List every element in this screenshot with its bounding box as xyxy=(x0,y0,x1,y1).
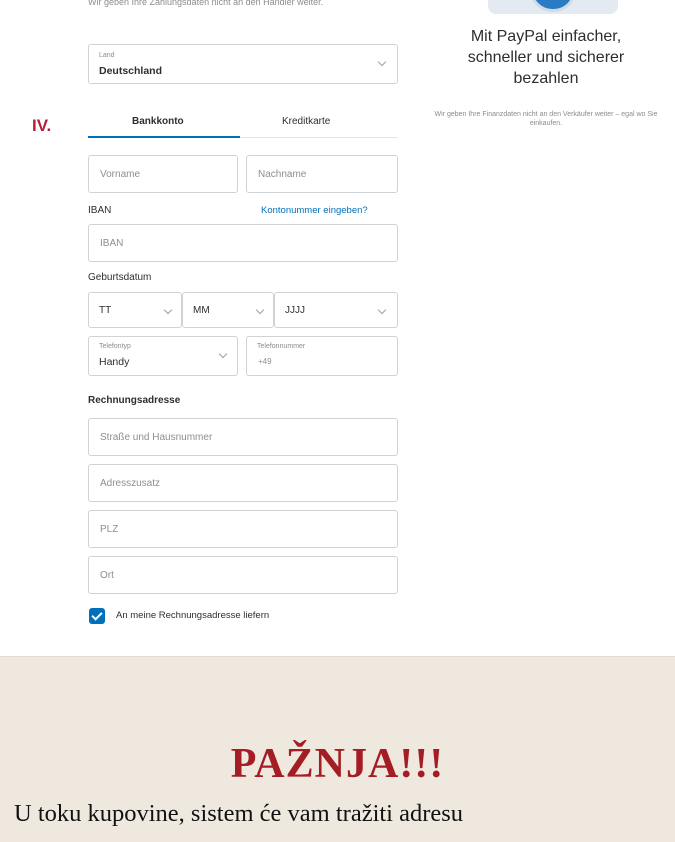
account-number-link[interactable]: Kontonummer eingeben? xyxy=(261,205,368,216)
tab-divider xyxy=(240,137,398,138)
zip-input[interactable]: PLZ xyxy=(88,510,398,548)
tab-credit-card[interactable]: Kreditkarte xyxy=(282,116,330,127)
birth-day-value: TT xyxy=(99,305,112,316)
last-name-input[interactable]: Nachname xyxy=(246,155,398,193)
tab-bank-account[interactable]: Bankkonto xyxy=(132,116,184,127)
warning-title: PAŽNJA!!! xyxy=(230,741,445,787)
phone-type-label: Telefontyp xyxy=(99,343,131,350)
chevron-down-icon xyxy=(377,57,387,67)
promo-title-line3: bezahlen xyxy=(513,70,579,87)
country-value: Deutschland xyxy=(99,65,163,77)
promo-title-line1: Mit PayPal einfacher, xyxy=(470,28,622,45)
street-input[interactable]: Straße und Hausnummer xyxy=(88,418,398,456)
chevron-down-icon xyxy=(218,349,228,359)
header-note: Wir geben Ihre Zahlungsdaten nicht an de… xyxy=(88,0,324,7)
step-marker: IV. xyxy=(32,116,52,135)
address-extra-input[interactable]: Adresszusatz xyxy=(88,464,398,502)
first-name-input[interactable]: Vorname xyxy=(88,155,238,193)
iban-label: IBAN xyxy=(88,205,112,216)
birth-year-select[interactable]: JJJJ xyxy=(274,292,398,328)
street-placeholder: Straße und Hausnummer xyxy=(100,432,213,443)
country-select[interactable]: Land Deutschland xyxy=(88,44,398,84)
first-name-placeholder: Vorname xyxy=(100,169,141,180)
birth-year-value: JJJJ xyxy=(285,305,305,316)
city-input[interactable]: Ort xyxy=(88,556,398,594)
ship-to-billing-label[interactable]: An meine Rechnungsadresse liefern xyxy=(116,610,269,621)
address-extra-placeholder: Adresszusatz xyxy=(100,478,161,489)
birth-day-select[interactable]: TT xyxy=(88,292,182,328)
chevron-down-icon xyxy=(377,305,387,315)
country-label: Land xyxy=(99,52,115,59)
paypal-form-card: Wir geben Ihre Zahlungsdaten nicht an de… xyxy=(0,0,675,657)
billing-address-title: Rechnungsadresse xyxy=(88,395,181,406)
phone-number-label: Telefonnummer xyxy=(257,343,306,350)
promo-title: Mit PayPal einfacher, schneller und sich… xyxy=(428,26,664,89)
phone-type-value: Handy xyxy=(99,356,130,368)
promo-title-line2: schneller und sicherer xyxy=(467,49,625,66)
iban-input[interactable]: IBAN xyxy=(88,224,398,262)
phone-number-input[interactable]: Telefonnummer +49 xyxy=(246,336,398,376)
promo-subtitle: Wir geben Ihre Finanzdaten nicht an den … xyxy=(434,111,658,127)
birthdate-label: Geburtsdatum xyxy=(88,272,152,283)
active-tab-indicator xyxy=(88,136,240,138)
zip-placeholder: PLZ xyxy=(100,524,119,535)
birth-month-value: MM xyxy=(193,305,210,316)
city-placeholder: Ort xyxy=(100,570,114,581)
ship-to-billing-checkbox[interactable] xyxy=(89,608,105,624)
phone-prefix: +49 xyxy=(258,357,272,366)
iban-placeholder: IBAN xyxy=(100,238,124,249)
birth-month-select[interactable]: MM xyxy=(182,292,274,328)
phone-type-select[interactable]: Telefontyp Handy xyxy=(88,336,238,376)
chevron-down-icon xyxy=(163,305,173,315)
warning-text: U toku kupovine, sistem će vam tražiti a… xyxy=(14,800,464,827)
chevron-down-icon xyxy=(255,305,265,315)
last-name-placeholder: Nachname xyxy=(258,169,307,180)
